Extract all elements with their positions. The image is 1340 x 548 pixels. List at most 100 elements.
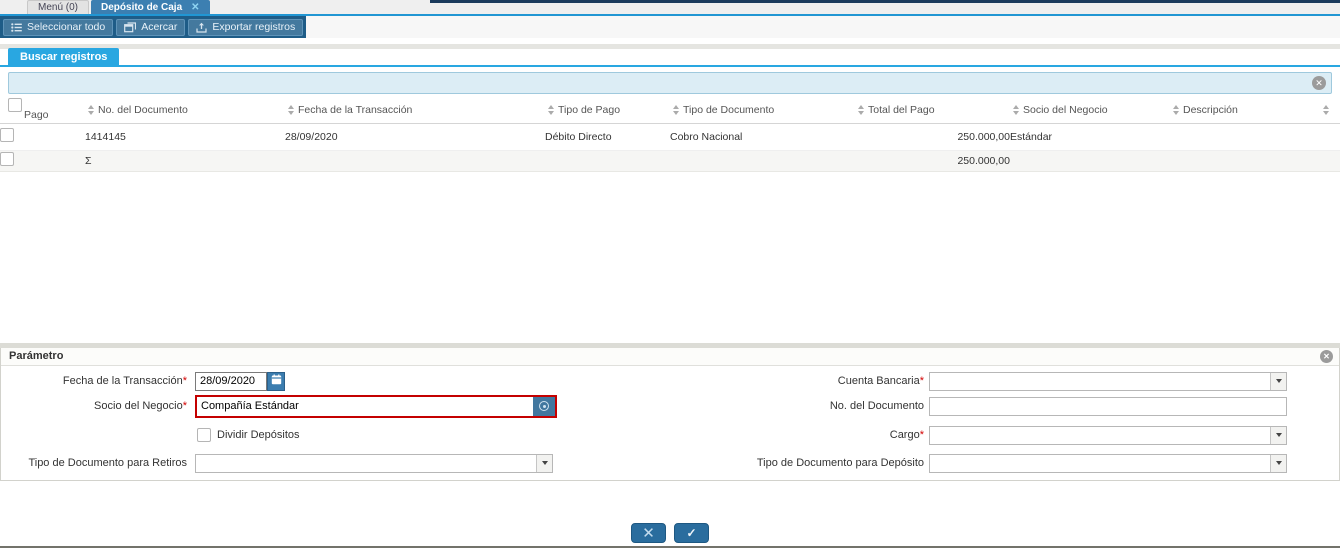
- cuenta-bancaria-label: Cuenta Bancaria*: [837, 375, 924, 387]
- bottom-divider: [0, 545, 1340, 548]
- cell-socio: Estándar: [1010, 130, 1053, 143]
- cell-tipo-pago: Débito Directo: [545, 130, 612, 143]
- search-tab-row: Buscar registros: [0, 48, 1340, 67]
- record-lookup-icon: [539, 401, 549, 411]
- collapse-panel-icon[interactable]: ✕: [1320, 349, 1333, 363]
- chevron-down-icon: [1275, 433, 1282, 437]
- tipo-doc-deposito-label: Tipo de Documento para Depósito: [756, 457, 924, 469]
- close-tab-icon[interactable]: ✕: [191, 2, 199, 13]
- dropdown-button[interactable]: [1270, 426, 1286, 444]
- column-tipo-pago[interactable]: Tipo de Pago: [545, 104, 670, 116]
- parameter-panel: Parámetro ✕ Fecha de la Transacción* 28/…: [0, 347, 1340, 481]
- column-total-pago[interactable]: Total del Pago: [855, 104, 1010, 116]
- window-zoom-icon: [124, 21, 137, 33]
- socio-negocio-field: [195, 394, 557, 418]
- sort-icon[interactable]: [858, 104, 864, 115]
- sort-icon[interactable]: [1173, 104, 1179, 115]
- cuenta-bancaria-select[interactable]: [929, 371, 1287, 391]
- dividir-depositos-checkbox[interactable]: [197, 428, 211, 442]
- records-table: Pago No. del Documento Fecha de la Trans…: [0, 97, 1340, 172]
- top-accent-bar: [430, 0, 1340, 3]
- column-no-documento[interactable]: No. del Documento: [85, 104, 285, 116]
- export-icon: [196, 22, 208, 33]
- cancel-icon: ✕: [642, 524, 655, 542]
- cell-fecha: 28/09/2020: [285, 130, 338, 143]
- dropdown-button[interactable]: [536, 454, 552, 472]
- sort-icon[interactable]: [1323, 104, 1329, 115]
- window-tab-bar: Menú (0) Depósito de Caja ✕: [0, 0, 1340, 16]
- business-partner-lookup-button[interactable]: [533, 396, 555, 416]
- confirm-button[interactable]: ✓: [674, 522, 709, 543]
- action-buttons: ✕ ✓: [0, 522, 1340, 543]
- column-pago: Pago: [24, 109, 49, 122]
- no-documento-input[interactable]: [929, 396, 1287, 416]
- fecha-transaccion-input[interactable]: [195, 371, 267, 391]
- zoom-label: Acercar: [141, 21, 178, 33]
- cancel-button[interactable]: ✕: [631, 522, 666, 543]
- sum-row: Σ 250.000,00: [0, 150, 1340, 171]
- select-all-button[interactable]: Seleccionar todo: [3, 18, 114, 36]
- parameter-form: Fecha de la Transacción* 28/09/2020 Cuen…: [1, 366, 1339, 480]
- sort-icon[interactable]: [88, 104, 94, 115]
- socio-negocio-input[interactable]: [197, 396, 533, 416]
- chevron-down-icon: [541, 461, 548, 465]
- tab-menu-label: Menú (0): [38, 2, 79, 13]
- tab-buscar-registros[interactable]: Buscar registros: [8, 48, 120, 65]
- fecha-transaccion-field: [195, 371, 285, 391]
- tipo-doc-retiros-select[interactable]: [195, 453, 553, 473]
- sum-total: 250.000,00: [957, 154, 1010, 167]
- cargo-value: [930, 427, 1270, 444]
- sort-icon[interactable]: [1013, 104, 1019, 115]
- export-records-button[interactable]: Exportar registros: [188, 18, 304, 36]
- parameter-title: Parámetro: [9, 350, 64, 362]
- tipo-doc-retiros-value: [196, 455, 536, 472]
- select-all-checkbox[interactable]: [8, 98, 22, 113]
- search-field-wrap: ✕: [8, 72, 1332, 94]
- clear-search-icon[interactable]: ✕: [1312, 76, 1326, 90]
- tipo-doc-deposito-select[interactable]: [929, 453, 1287, 473]
- tipo-doc-deposito-value: [930, 455, 1270, 472]
- dropdown-button[interactable]: [1270, 372, 1286, 390]
- socio-negocio-label: Socio del Negocio*: [94, 400, 187, 412]
- row-checkbox[interactable]: [0, 128, 14, 142]
- column-descripcion[interactable]: Descripción: [1170, 104, 1320, 116]
- cargo-select[interactable]: [929, 425, 1287, 445]
- cuenta-bancaria-value: [930, 373, 1270, 390]
- cell-tipo-documento: Cobro Nacional: [670, 130, 743, 143]
- search-tab-label: Buscar registros: [20, 50, 108, 63]
- toolbar-strip: Seleccionar todo Acercar Exportar regist…: [0, 16, 307, 38]
- cargo-label: Cargo*: [889, 429, 924, 441]
- chevron-down-icon: [1275, 379, 1282, 383]
- search-input[interactable]: [9, 73, 1331, 93]
- sum-row-checkbox[interactable]: [0, 152, 14, 166]
- dropdown-button[interactable]: [1270, 454, 1286, 472]
- confirm-icon: ✓: [686, 525, 697, 540]
- zoom-button[interactable]: Acercar: [116, 18, 186, 36]
- tab-deposito-label: Depósito de Caja: [101, 1, 183, 13]
- tipo-doc-retiros-label: Tipo de Documento para Retiros: [28, 457, 187, 469]
- tab-deposito-de-caja[interactable]: Depósito de Caja ✕: [91, 0, 210, 14]
- column-socio-negocio[interactable]: Socio del Negocio: [1010, 104, 1170, 116]
- column-tipo-documento[interactable]: Tipo de Documento: [670, 104, 855, 116]
- export-records-label: Exportar registros: [212, 21, 296, 33]
- sort-icon[interactable]: [673, 104, 679, 115]
- cell-descripcion: [1170, 123, 1320, 150]
- fecha-transaccion-label: Fecha de la Transacción*: [62, 375, 187, 387]
- column-extra[interactable]: [1320, 104, 1340, 115]
- calendar-icon: [271, 374, 282, 388]
- column-fecha-transaccion[interactable]: Fecha de la Transacción: [285, 104, 545, 116]
- table-row: 1414145 28/09/2020 Débito Directo Cobro …: [0, 123, 1340, 150]
- tab-menu[interactable]: Menú (0): [27, 0, 90, 14]
- chevron-down-icon: [1275, 461, 1282, 465]
- sort-icon[interactable]: [548, 104, 554, 115]
- calendar-button[interactable]: [267, 371, 285, 391]
- table-header-row: Pago No. del Documento Fecha de la Trans…: [0, 97, 1340, 123]
- cell-documento: 1414145: [85, 130, 126, 143]
- list-icon: [11, 22, 22, 33]
- sum-symbol: Σ: [85, 154, 92, 167]
- select-all-label: Seleccionar todo: [27, 21, 106, 33]
- sort-icon[interactable]: [288, 104, 294, 115]
- no-documento-label: No. del Documento: [829, 400, 924, 412]
- toolbar: Seleccionar todo Acercar Exportar regist…: [0, 16, 1340, 38]
- parameter-panel-header: Parámetro ✕: [1, 347, 1339, 366]
